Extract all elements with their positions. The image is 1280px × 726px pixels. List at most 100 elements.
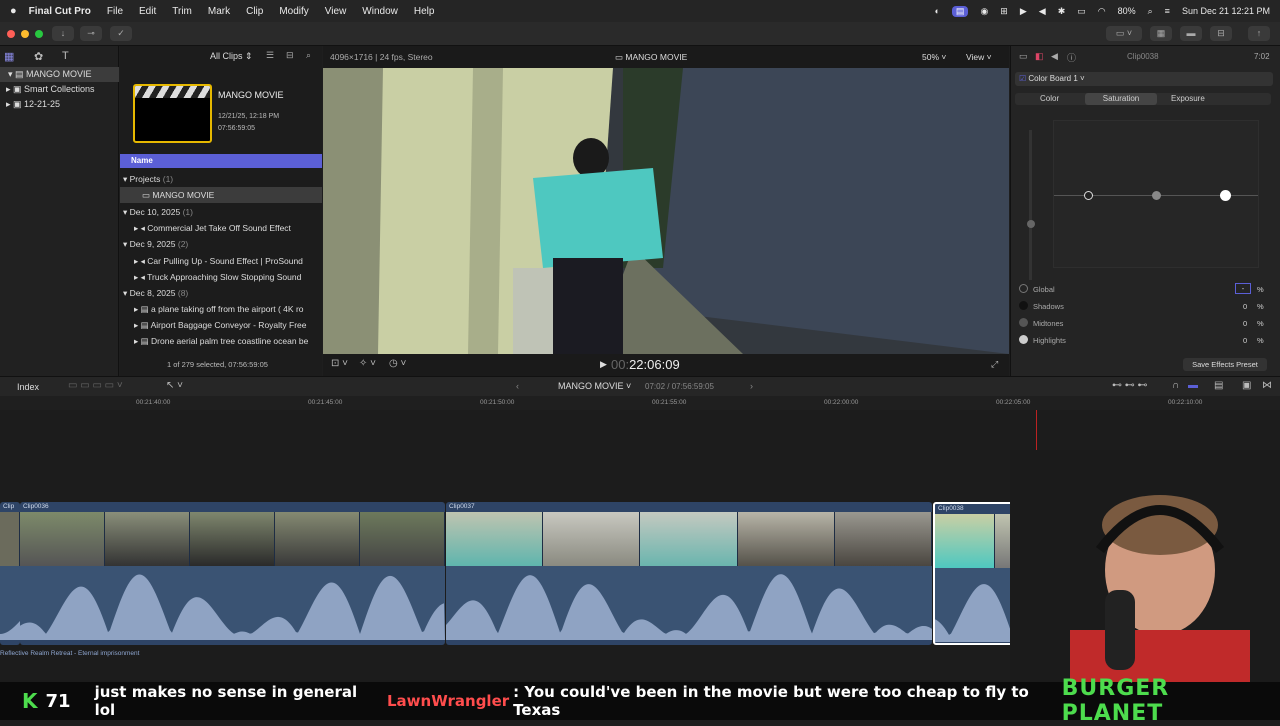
color-board[interactable] [1053,120,1259,268]
retime-icon[interactable]: ◷ ˅ [389,358,406,369]
keywords-icon[interactable]: ⊸ [80,26,102,41]
play-icon[interactable]: ▶ [1020,6,1027,17]
index-button[interactable]: Index [17,382,39,392]
group-projects[interactable]: ▾ Projects (1) [120,171,322,187]
battery-label[interactable]: 80% [1118,6,1136,16]
fullscreen-icon[interactable]: ⤢ [991,359,998,370]
menu-trim[interactable]: Trim [172,6,192,17]
midtones-puck[interactable] [1152,191,1161,200]
libraries-icon[interactable]: ▦ [4,50,14,63]
clip[interactable]: Clip0037 [446,502,932,645]
checkbox-icon[interactable]: ☑ [1019,74,1026,83]
sidebar-item-library[interactable]: ▾ ▤ MANGO MOVIE [0,67,119,82]
menu-edit[interactable]: Edit [139,6,156,17]
tab-saturation[interactable]: Saturation [1085,93,1157,105]
shadows-value[interactable]: 0 [1243,302,1247,311]
clip-appearance-icon[interactable]: ⊟ [286,50,294,61]
master-puck[interactable] [1027,220,1035,228]
list-item[interactable]: ▸ ◂ Truck Approaching Slow Stopping Soun… [120,269,322,285]
titles-icon[interactable]: T [62,50,69,62]
edit-buttons-icon[interactable]: ▭ ▭ ▭ ▭ ˅ [68,380,123,391]
enhance-icon[interactable]: ✧ ˅ [359,358,376,369]
headphones-icon[interactable]: ∩ [1172,380,1179,391]
minimize-button[interactable] [21,30,29,38]
global-value-input[interactable]: - [1235,283,1251,294]
volume-icon[interactable]: ◀ [1039,6,1046,17]
control-center-icon[interactable]: ≡ [1165,6,1170,16]
search-icon[interactable]: ⌕ [306,50,311,61]
screen-icon[interactable]: ◐ [934,6,939,16]
import-icon[interactable]: ↓ [52,26,74,41]
list-item[interactable]: ▭ MANGO MOVIE [120,187,322,203]
app-menu[interactable]: Final Cut Pro [29,6,91,17]
stage-manager-icon[interactable]: ▤ [951,5,969,17]
highlights-puck[interactable] [1220,190,1231,201]
audio-tools-icon[interactable]: ⊷ ⊷ ⊷ [1112,380,1148,391]
timeline-toggle-icon[interactable]: ▬ [1180,26,1202,41]
clip[interactable]: Clip [0,502,20,645]
audio-inspector-icon[interactable]: ◀ [1051,51,1058,62]
project-thumbnail[interactable] [133,84,212,143]
tab-exposure[interactable]: Exposure [1171,94,1205,103]
sidebar-item-event[interactable]: ▸ ▣ 12-21-25 [0,97,119,112]
effect-dropdown[interactable]: ☑ Color Board 1 ˅ [1015,72,1273,86]
group-dec8[interactable]: ▾ Dec 8, 2025 (8) [120,285,322,301]
menu-file[interactable]: File [107,6,123,17]
layout-icon[interactable]: ▭ ˅ [1106,26,1142,41]
clip[interactable]: Clip0036 [20,502,445,645]
share-icon[interactable]: ↑ [1248,26,1270,41]
menu-help[interactable]: Help [414,6,435,17]
list-item[interactable]: ▸ ▤ Drone aerial palm tree coastline oce… [120,333,322,349]
midtones-value[interactable]: 0 [1243,319,1247,328]
photos-icon[interactable]: ✿ [34,50,43,63]
crop-icon[interactable]: ⊡ ˅ [331,358,348,369]
tab-color[interactable]: Color [1040,94,1059,103]
forward-arrow-icon[interactable]: › [750,381,753,391]
master-slider[interactable] [1029,130,1032,280]
video-inspector-icon[interactable]: ▭ [1019,51,1028,62]
snapping-icon[interactable]: ▬ [1188,380,1198,391]
list-item[interactable]: ▸ ▤ a plane taking off from the airport … [120,301,322,317]
color-inspector-icon[interactable]: ◧ [1035,51,1044,62]
background-tasks-icon[interactable]: ✓ [110,26,132,41]
list-item[interactable]: ▸ ◂ Car Pulling Up - Sound Effect | ProS… [120,253,322,269]
grid-icon[interactable]: ⊞ [1000,6,1008,17]
close-button[interactable] [7,30,15,38]
shadows-puck[interactable] [1084,191,1093,200]
menu-modify[interactable]: Modify [279,6,308,17]
display-icon[interactable]: ▭ [1077,6,1086,17]
menu-view[interactable]: View [325,6,347,17]
play-button[interactable]: ▶ [600,359,607,370]
view-dropdown[interactable]: View ˅ [966,52,992,62]
search-icon[interactable]: ⌕ [1148,6,1153,17]
zoom-dropdown[interactable]: 50% ˅ [922,52,946,62]
clip-appearance-icon[interactable]: ▤ [1214,380,1223,391]
select-tool-icon[interactable]: ↖ ˅ [166,380,183,391]
record-icon[interactable]: ◉ [980,6,988,17]
clock[interactable]: Sun Dec 21 12:21 PM [1182,6,1270,16]
menu-mark[interactable]: Mark [208,6,230,17]
clip-filter-dropdown[interactable]: All Clips ⇕ [210,51,253,62]
inspector-toggle-icon[interactable]: ⊟ [1210,26,1232,41]
timeline-ruler[interactable]: 00:21:40:00 00:21:45:00 00:21:50:00 00:2… [0,396,1280,410]
video-frame[interactable] [323,68,1009,354]
timeline-project-dropdown[interactable]: MANGO MOVIE ˅ [558,381,631,391]
group-dec9[interactable]: ▾ Dec 9, 2025 (2) [120,236,322,252]
back-arrow-icon[interactable]: ‹ [516,381,519,391]
list-item[interactable]: ▸ ▤ Airport Baggage Conveyor - Royalty F… [120,317,322,333]
save-effects-preset-button[interactable]: Save Effects Preset [1183,358,1267,371]
name-column-header[interactable]: Name [120,154,322,168]
effects-browser-icon[interactable]: ▣ [1242,380,1251,391]
list-item[interactable]: ▸ ◂ Commercial Jet Take Off Sound Effect [120,220,322,236]
browser-toggle-icon[interactable]: ▦ [1150,26,1172,41]
highlights-value[interactable]: 0 [1243,336,1247,345]
wifi-icon[interactable]: ◠ [1098,6,1106,17]
transitions-icon[interactable]: ⋈ [1262,380,1272,391]
group-dec10[interactable]: ▾ Dec 10, 2025 (1) [120,204,322,220]
menu-window[interactable]: Window [362,6,398,17]
sidebar-item-smart-collections[interactable]: ▸ ▣ Smart Collections [0,82,119,97]
list-view-icon[interactable]: ☰ [266,50,274,61]
menu-clip[interactable]: Clip [246,6,263,17]
apple-icon[interactable]: ● [10,5,17,17]
bluetooth-icon[interactable]: ✱ [1058,6,1066,17]
